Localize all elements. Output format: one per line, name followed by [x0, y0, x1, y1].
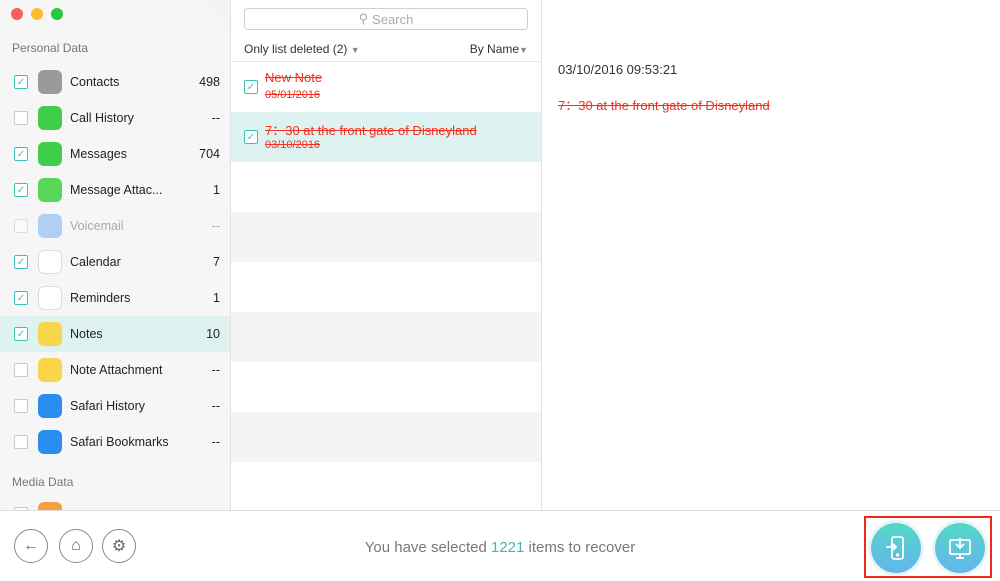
note-date: 05/01/2016	[265, 89, 321, 101]
sidebar-item-contacts[interactable]: ✓ Contacts 498	[0, 64, 230, 100]
sidebar-item-label: Messages	[70, 147, 127, 161]
item-count: --	[211, 219, 220, 233]
checkbox[interactable]	[14, 363, 28, 377]
checkbox[interactable]: ✓	[14, 75, 28, 89]
empty-row	[231, 362, 541, 412]
message-attachment-icon	[38, 178, 62, 202]
checkbox[interactable]	[14, 111, 28, 125]
sidebar-item-label: Calendar	[70, 255, 121, 269]
empty-row	[231, 462, 541, 512]
sidebar-item-message-attac[interactable]: ✓ Message Attac... 1	[0, 172, 230, 208]
sidebar-item-reminders[interactable]: ✓ Reminders 1	[0, 280, 230, 316]
chevron-down-icon: ▼	[350, 45, 360, 55]
minimize-button[interactable]	[31, 8, 43, 20]
sidebar-item-label: Call History	[70, 111, 134, 125]
item-count: 7	[213, 255, 220, 269]
empty-row	[231, 262, 541, 312]
checkbox[interactable]: ✓	[14, 255, 28, 269]
sidebar-item-label: Contacts	[70, 75, 120, 89]
note-row[interactable]: ✓ New Note 05/01/2016	[231, 62, 541, 112]
note-attachment-icon	[38, 358, 62, 382]
zoom-button[interactable]	[51, 8, 63, 20]
note-row[interactable]: ✓ 7：30 at the front gate of Disneyland 03/…	[231, 112, 541, 162]
selection-status: You have selected 1221 items to recover	[364, 539, 636, 556]
background-decoration	[150, 0, 230, 60]
item-count: 10	[206, 327, 220, 341]
checkbox[interactable]	[14, 435, 28, 449]
item-count: --	[211, 435, 220, 449]
checkbox[interactable]: ✓	[14, 183, 28, 197]
checkbox[interactable]: ✓	[244, 80, 258, 94]
notes-icon	[38, 322, 62, 346]
recover-to-computer-button[interactable]	[935, 523, 985, 573]
item-count: 704	[199, 147, 220, 161]
item-count: --	[211, 399, 220, 413]
sidebar-item-messages[interactable]: ✓ Messages 704	[0, 136, 230, 172]
calendar-icon	[38, 250, 62, 274]
recover-to-device-button[interactable]	[871, 523, 921, 573]
sidebar-item-label: Message Attac...	[70, 183, 163, 197]
sidebar-item-notes[interactable]: ✓ Notes 10	[0, 316, 230, 352]
window-controls	[11, 8, 63, 20]
item-count: --	[211, 111, 220, 125]
safari-history-icon	[38, 394, 62, 418]
note-date: 03/10/2016	[265, 139, 321, 151]
reminders-icon	[38, 286, 62, 310]
item-count: 1	[213, 183, 220, 197]
search-icon: ⚲	[358, 11, 369, 26]
sidebar-item-calendar[interactable]: ✓ Calendar 7	[0, 244, 230, 280]
section-media-data: Media Data	[12, 475, 74, 489]
sidebar-item-label: Safari Bookmarks	[70, 435, 169, 449]
sidebar-item-label: Note Attachment	[70, 363, 163, 377]
bottom-bar: ← ⌂ ⚙ You have selected 1221 items to re…	[0, 510, 1000, 581]
checkbox[interactable]: ✓	[14, 147, 28, 161]
sidebar-item-label: Reminders	[70, 291, 131, 305]
note-content: 7：30 at the front gate of Disneyland	[558, 98, 770, 113]
phone-icon	[38, 106, 62, 130]
note-datetime: 03/10/2016 09:53:21	[558, 62, 678, 77]
checkbox[interactable]	[14, 399, 28, 413]
chevron-down-icon: ▼	[519, 45, 528, 55]
sidebar: Personal Data ✓ Contacts 498 Call History --…	[0, 0, 231, 510]
detail-panel: 03/10/2016 09:53:21 7：30 at the front ga…	[542, 0, 1000, 510]
sidebar-item-safari-history[interactable]: Safari History --	[0, 388, 230, 424]
item-count: --	[211, 363, 220, 377]
sort-dropdown[interactable]: By Name▼	[470, 42, 528, 56]
sidebar-item-photos-partial[interactable]	[0, 496, 230, 510]
checkbox[interactable]	[14, 219, 28, 233]
sidebar-item-voicemail[interactable]: Voicemail --	[0, 208, 230, 244]
note-title: New Note	[265, 70, 323, 85]
empty-row	[231, 212, 541, 262]
to-device-icon	[886, 536, 904, 560]
to-computer-icon	[949, 538, 971, 559]
notes-list-panel: ⚲ Search Only list deleted (2) ▼ By Name▼…	[231, 0, 542, 510]
search-input[interactable]: ⚲ Search	[244, 8, 528, 30]
safari-bookmarks-icon	[38, 430, 62, 454]
empty-row	[231, 162, 541, 212]
section-personal-data: Personal Data	[12, 41, 89, 55]
sidebar-item-safari-bookmarks[interactable]: Safari Bookmarks --	[0, 424, 230, 460]
checkbox[interactable]: ✓	[14, 327, 28, 341]
sidebar-item-label: Notes	[70, 327, 103, 341]
sidebar-item-label: Voicemail	[70, 219, 124, 233]
checkbox[interactable]: ✓	[244, 130, 258, 144]
item-count: 498	[199, 75, 220, 89]
sidebar-item-call-history[interactable]: Call History --	[0, 100, 230, 136]
note-title: 7：30 at the front gate of Disneyland	[265, 123, 477, 138]
sidebar-item-label: Safari History	[70, 399, 146, 413]
voicemail-icon	[38, 214, 62, 238]
item-count: 1	[213, 291, 220, 305]
contacts-icon	[38, 70, 62, 94]
empty-row	[231, 312, 541, 362]
messages-icon	[38, 142, 62, 166]
empty-row	[231, 412, 541, 462]
close-button[interactable]	[11, 8, 23, 20]
filter-dropdown[interactable]: Only list deleted (2) ▼	[244, 42, 360, 56]
checkbox[interactable]: ✓	[14, 291, 28, 305]
sidebar-item-note-attachment[interactable]: Note Attachment --	[0, 352, 230, 388]
